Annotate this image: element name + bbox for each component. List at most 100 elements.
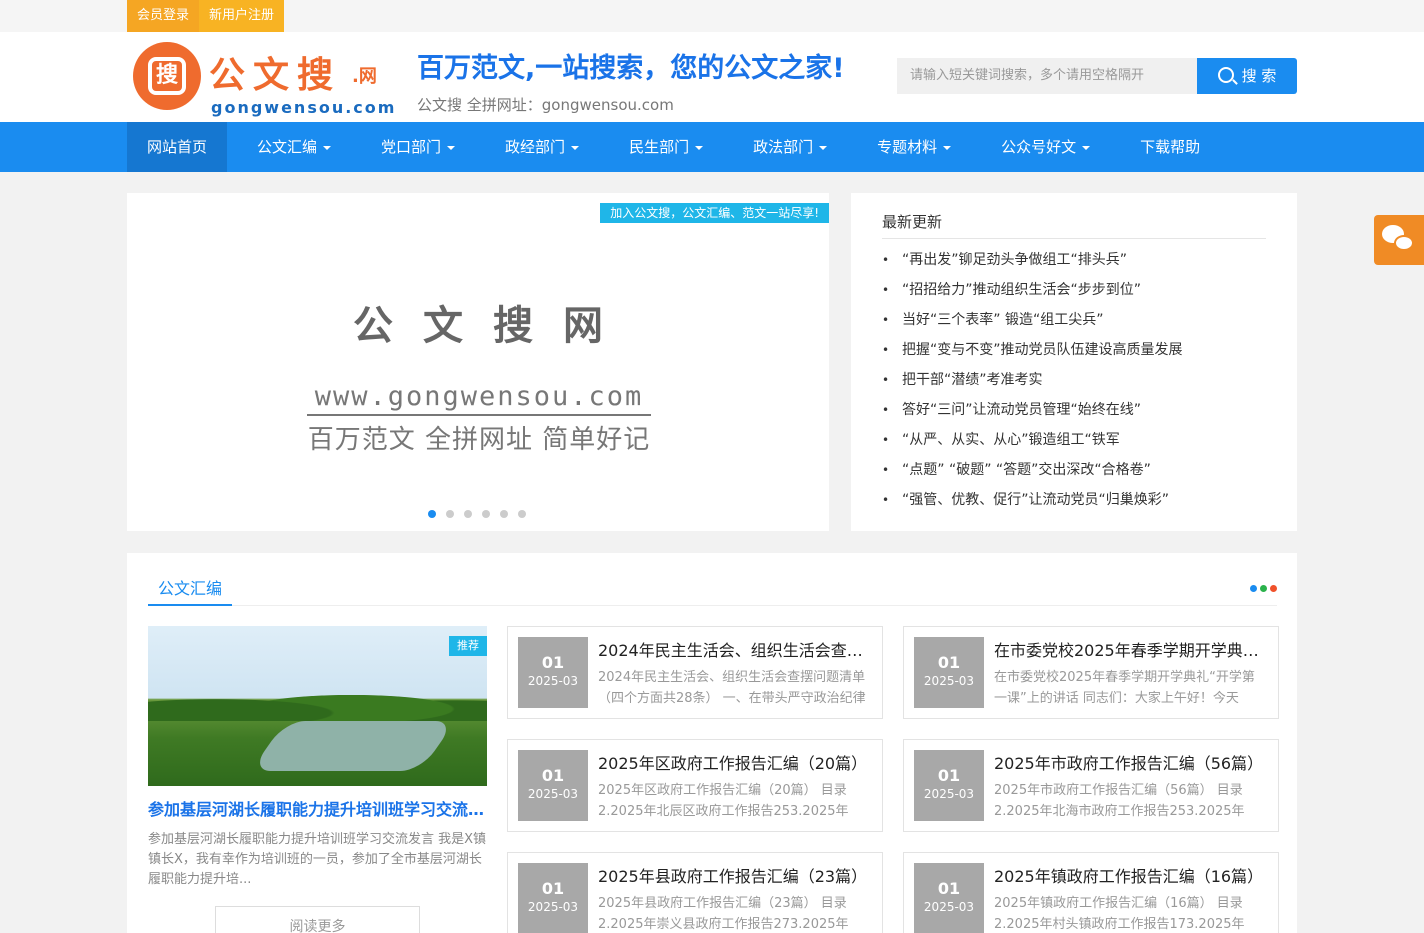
register-button[interactable]: 新用户注册 xyxy=(199,0,285,32)
search-input[interactable]: 请输入短关键词搜索，多个请用空格隔开 xyxy=(897,58,1197,94)
latest-item[interactable]: “从严、从实、从心”锻造组工“铁军 xyxy=(882,425,1266,455)
nav-item-label: 民生部门 xyxy=(629,138,690,156)
latest-item[interactable]: 把干部“潜绩”考准考实 xyxy=(882,365,1266,395)
carousel-dot[interactable] xyxy=(518,510,526,518)
card-title[interactable]: 在市委党校2025年春季学期开学典礼上的讲话 xyxy=(994,637,1266,661)
card-title[interactable]: 2025年市政府工作报告汇编（56篇） xyxy=(994,750,1266,774)
nav-item[interactable]: 公文汇编 xyxy=(237,122,351,172)
nav-item[interactable]: 政法部门 xyxy=(733,122,847,172)
card-desc: 在市委党校2025年春季学期开学典礼“开学第一课”上的讲话 同志们：大家上午好！… xyxy=(994,670,1255,706)
card-title[interactable]: 2025年县政府工作报告汇编（23篇） xyxy=(598,863,870,887)
carousel-dot[interactable] xyxy=(464,510,472,518)
latest-item[interactable]: “强管、优教、促行”让流动党员“归巢焕彩” xyxy=(882,485,1266,515)
article-card[interactable]: 01 2025-03 2025年市政府工作报告汇编（56篇） 2025年市政府工作报告… xyxy=(903,739,1279,832)
logo-domain: gongwensou.com xyxy=(211,98,397,117)
section-gongwen: 公文汇编 推荐 参加基层河湖长履职能力提升培训班学习交流发言 参加基层河湖长履职… xyxy=(127,553,1297,933)
card-title[interactable]: 2025年镇政府工作报告汇编（16篇） xyxy=(994,863,1266,887)
nav-item[interactable]: 下载帮助 xyxy=(1120,122,1220,172)
date-badge: 01 2025-03 xyxy=(518,863,588,933)
latest-item[interactable]: “点题” “破题” “答题”交出深改“合格卷” xyxy=(882,455,1266,485)
feature-article: 推荐 参加基层河湖长履职能力提升培训班学习交流发言 参加基层河湖长履职能力提升培… xyxy=(148,626,487,933)
chevron-down-icon xyxy=(695,145,704,150)
date-day: 01 xyxy=(541,766,565,785)
chevron-down-icon xyxy=(447,145,456,150)
nav-item[interactable]: 网站首页 xyxy=(127,122,228,172)
carousel-dot[interactable] xyxy=(482,510,490,518)
date-month: 2025-03 xyxy=(527,674,579,688)
card-desc: 2025年市政府工作报告汇编（56篇） 目录 2.2025年北海市政府工作报告2… xyxy=(994,783,1245,819)
date-badge: 01 2025-03 xyxy=(914,863,984,933)
date-month: 2025-03 xyxy=(527,787,579,801)
wechat-icon[interactable] xyxy=(1374,215,1424,265)
article-card[interactable]: 01 2025-03 2025年镇政府工作报告汇编（16篇） 2025年镇政府工作报告… xyxy=(903,852,1279,933)
date-day: 01 xyxy=(937,766,961,785)
article-card[interactable]: 01 2025-03 2025年县政府工作报告汇编（23篇） 2025年县政府工作报告… xyxy=(507,852,883,933)
latest-item[interactable]: “再出发”铆足劲头争做组工“排头兵” xyxy=(882,245,1266,275)
latest-title: 最新更新 xyxy=(882,211,1266,239)
date-month: 2025-03 xyxy=(923,787,975,801)
recommend-badge: 推荐 xyxy=(449,636,487,656)
nav-item-label: 下载帮助 xyxy=(1140,138,1201,156)
login-button[interactable]: 会员登录 xyxy=(127,0,200,32)
site-slogan: 百万范文,一站搜索，您的公文之家! xyxy=(417,53,845,84)
nav-item-label: 公众号好文 xyxy=(1001,138,1077,156)
card-desc: 2024年民主生活会、组织生活会查摆问题清单（四个方面共28条） 一、在带头严守… xyxy=(598,670,866,706)
card-desc: 2025年县政府工作报告汇编（23篇） 目录 2.2025年崇义县政府工作报告2… xyxy=(598,896,849,932)
logo-icon-text: 搜 xyxy=(148,57,186,95)
date-badge: 01 2025-03 xyxy=(914,750,984,821)
chevron-down-icon xyxy=(943,145,952,150)
date-day: 01 xyxy=(541,879,565,898)
card-desc: 2025年区政府工作报告汇编（20篇） 目录 2.2025年北辰区政府工作报告2… xyxy=(598,783,849,819)
search-button-label: 搜 索 xyxy=(1241,67,1277,85)
banner-url: www.gongwensou.com xyxy=(307,381,651,416)
date-badge: 01 2025-03 xyxy=(518,637,588,708)
card-title[interactable]: 2025年区政府工作报告汇编（20篇） xyxy=(598,750,870,774)
latest-item[interactable]: 答好“三问”让流动党员管理“始终在线” xyxy=(882,395,1266,425)
nav-item[interactable]: 公众号好文 xyxy=(981,122,1110,172)
nav-item-label: 政经部门 xyxy=(505,138,566,156)
nav-item[interactable]: 民生部门 xyxy=(609,122,723,172)
date-month: 2025-03 xyxy=(923,674,975,688)
date-day: 01 xyxy=(937,653,961,672)
latest-item[interactable]: “招招给力”推动组织生活会“步步到位” xyxy=(882,275,1266,305)
date-month: 2025-03 xyxy=(527,900,579,914)
search-icon xyxy=(1217,67,1234,83)
article-card[interactable]: 01 2025-03 在市委党校2025年春季学期开学典礼上的讲话在市委党校2025… xyxy=(903,626,1279,719)
nav-item[interactable]: 政经部门 xyxy=(485,122,599,172)
banner-tag[interactable]: 加入公文搜，公文汇编、范文一站尽享! xyxy=(600,203,829,223)
banner-carousel[interactable]: 加入公文搜，公文汇编、范文一站尽享! 公文搜网 www.gongwensou.c… xyxy=(127,193,829,531)
header: 搜 公文搜 .网 gongwensou.com 百万范文,一站搜索，您的公文之家… xyxy=(0,32,1424,122)
main-nav: 网站首页 公文汇编 党口部门 政经部门 民生部门 政法部门 专题材料 公众号好文 下载帮助 xyxy=(0,122,1424,172)
logo-text[interactable]: 公文搜 xyxy=(209,46,341,98)
site-slogan-sub: 公文搜 全拼网址：gongwensou.com xyxy=(417,96,674,114)
feature-title[interactable]: 参加基层河湖长履职能力提升培训班学习交流发言 xyxy=(148,796,487,820)
nav-item-label: 政法部门 xyxy=(753,138,814,156)
banner-desc: 百万范文 全拼网址 简单好记 xyxy=(307,425,651,455)
more-icon[interactable] xyxy=(1247,585,1277,592)
search-button[interactable]: 搜 索 xyxy=(1197,58,1297,94)
carousel-dot[interactable] xyxy=(500,510,508,518)
nav-item-label: 专题材料 xyxy=(877,138,938,156)
carousel-dot[interactable] xyxy=(428,510,436,518)
card-title[interactable]: 2024年民主生活会、组织生活会查摆问题清单 xyxy=(598,637,870,661)
chevron-down-icon xyxy=(323,145,332,150)
nav-item[interactable]: 专题材料 xyxy=(857,122,971,172)
carousel-dot[interactable] xyxy=(446,510,454,518)
read-more-button[interactable]: 阅读更多 xyxy=(215,906,420,933)
banner-title: 公文搜网 xyxy=(353,303,633,349)
date-month: 2025-03 xyxy=(923,900,975,914)
section-header: 公文汇编 xyxy=(148,575,1277,606)
nav-item[interactable]: 党口部门 xyxy=(361,122,475,172)
latest-item[interactable]: 把握“变与不变”推动党员队伍建设高质量发展 xyxy=(882,335,1266,365)
logo-suffix: .网 xyxy=(352,66,377,87)
section-tab[interactable]: 公文汇编 xyxy=(148,575,233,606)
date-day: 01 xyxy=(937,879,961,898)
article-card[interactable]: 01 2025-03 2024年民主生活会、组织生活会查摆问题清单 2024年民主生活… xyxy=(507,626,883,719)
carousel-dots xyxy=(428,510,536,518)
latest-item[interactable]: 当好“三个表率” 锻造“组工尖兵” xyxy=(882,305,1266,335)
logo-icon[interactable]: 搜 xyxy=(133,42,201,110)
article-card[interactable]: 01 2025-03 2025年区政府工作报告汇编（20篇） 2025年区政府工作报告… xyxy=(507,739,883,832)
feature-image[interactable]: 推荐 xyxy=(148,626,487,786)
date-badge: 01 2025-03 xyxy=(914,637,984,708)
latest-list: “再出发”铆足劲头争做组工“排头兵”“招招给力”推动组织生活会“步步到位”当好“… xyxy=(882,245,1266,515)
